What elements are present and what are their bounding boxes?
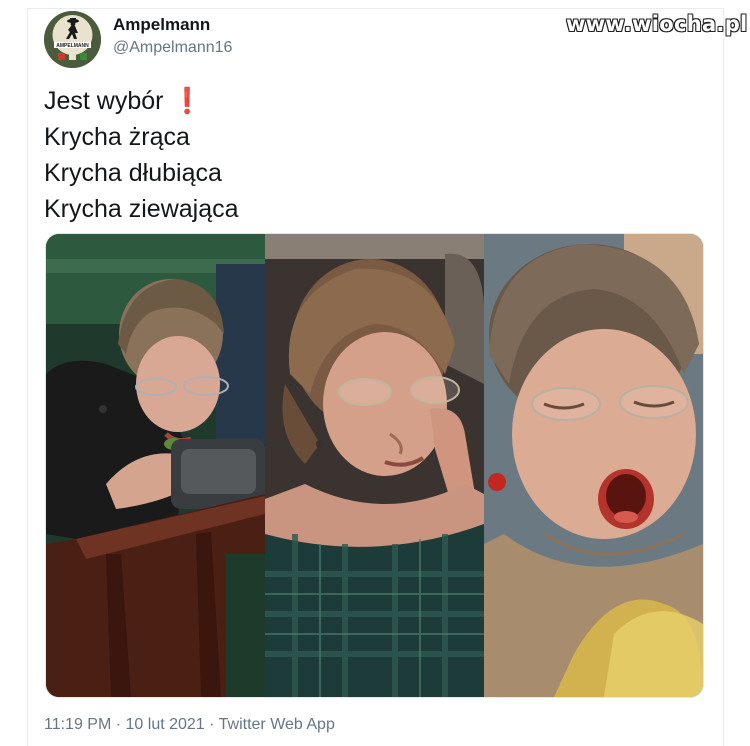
meta-separator-2: · <box>204 716 219 733</box>
photo-yawning[interactable] <box>484 234 703 697</box>
tweet-line-1: Jest wybór ❗ <box>44 87 203 115</box>
exclamation-icon: ❗ <box>171 87 203 115</box>
tweet-line-3: Krycha dłubiąca <box>44 159 222 187</box>
tweet-meta: 11:19 PM · 10 lut 2021 · Twitter Web App <box>44 716 335 734</box>
watermark: www.wiocha.pl <box>566 12 748 36</box>
tweet-text: Jest wybór ❗ Krycha żrąca Krycha dłubiąca… <box>44 83 684 227</box>
tweet-line-2: Krycha żrąca <box>44 123 190 151</box>
photo-eating[interactable] <box>46 234 265 697</box>
ampelmann-figure-icon: AMPELMANN <box>44 11 101 68</box>
tweet-time[interactable]: 11:19 PM <box>44 716 111 733</box>
author-name[interactable]: Ampelmann <box>113 15 210 35</box>
meta-separator-1: · <box>111 716 126 733</box>
avatar[interactable]: AMPELMANN <box>44 11 101 68</box>
photo-picking-nose[interactable] <box>265 234 484 697</box>
tweet-source[interactable]: Twitter Web App <box>219 716 335 733</box>
avatar-label: AMPELMANN <box>56 43 89 49</box>
tweet-date[interactable]: 10 lut 2021 <box>126 716 205 733</box>
tweet-line-4: Krycha ziewająca <box>44 195 239 223</box>
author-handle[interactable]: @Ampelmann16 <box>113 39 232 57</box>
tweet-media[interactable] <box>45 233 704 698</box>
